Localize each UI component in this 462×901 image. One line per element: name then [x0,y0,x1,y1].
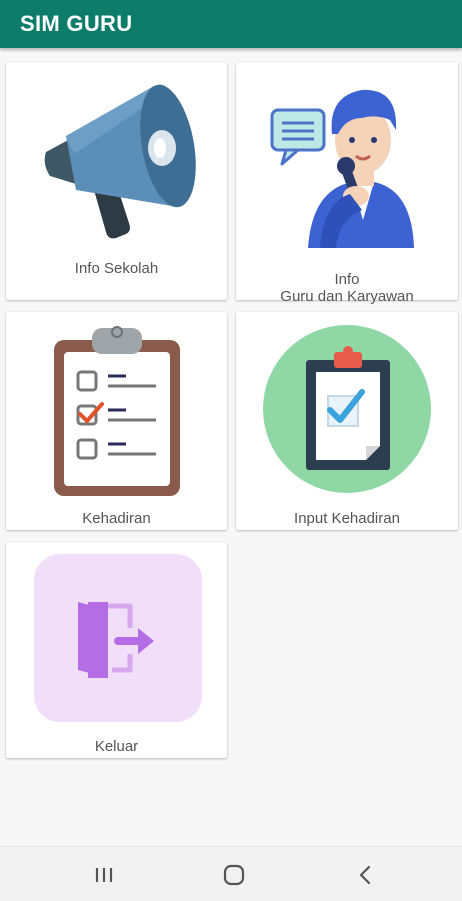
back-button[interactable] [346,861,386,889]
home-button[interactable] [214,861,254,889]
recents-button[interactable] [84,861,124,889]
clipboard-checklist-icon [54,326,180,496]
menu-label-kehadiran: Kehadiran [82,510,151,527]
menu-label-info-guru-line1: Info [334,271,360,288]
menu-label-input-kehadiran: Input Kehadiran [294,510,400,527]
menu-grid: Info Sekolah Info Guru dan Karyawan Keha… [0,52,462,846]
menu-card-input-kehadiran[interactable]: Input Kehadiran [236,312,458,530]
clipboard-check-icon [263,325,431,493]
menu-card-info-guru-karyawan[interactable]: Info Guru dan Karyawan [236,62,458,305]
menu-label-keluar: Keluar [94,738,139,755]
menu-card-kehadiran[interactable]: Kehadiran [6,312,227,530]
menu-card-info-sekolah[interactable]: Info Sekolah [6,62,227,300]
menu-label-info-sekolah: Info Sekolah [74,260,159,277]
app-title: SIM GURU [20,11,133,36]
menu-card-keluar[interactable]: Keluar [6,542,227,758]
back-icon [359,865,371,885]
menu-label-info-guru-line2: Guru dan Karyawan [280,288,414,305]
exit-door-icon [78,602,154,678]
megaphone-icon [44,84,196,239]
app-bar: SIM GURU [0,0,462,48]
home-icon [223,864,245,886]
recents-icon [95,868,113,882]
speaker-person-icon [270,89,414,248]
system-nav-bar [0,846,462,901]
